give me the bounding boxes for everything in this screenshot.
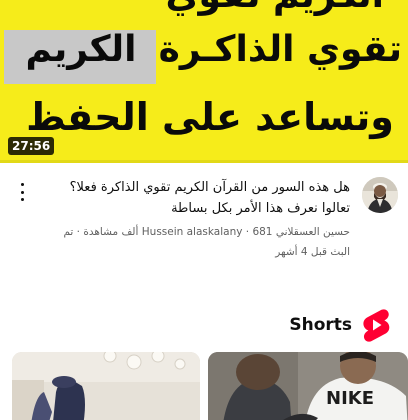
shorts-label: Shorts xyxy=(289,315,352,335)
thumbnail-text-mid: تقوي الذاكـرة xyxy=(158,29,402,70)
thumbnail-text-mid-gray: الكريم xyxy=(25,29,137,70)
short-video-card[interactable] xyxy=(12,352,200,420)
video-meta: هل هذه السور من القرآن الكريم تقوي الذاك… xyxy=(0,163,408,293)
video-subtitle: حسين العسقلاني Hussein alaskalany · 681 … xyxy=(63,226,350,258)
avatar-image xyxy=(362,177,398,213)
thumbnail-text-top: الكريم تقوي xyxy=(166,0,384,14)
shorts-header: Shorts xyxy=(289,308,390,342)
more-options-icon[interactable] xyxy=(12,179,32,205)
thumbnail-text-bottom: وتساعد على الحفظ xyxy=(26,95,394,139)
short-thumbnail-image: NIKE xyxy=(208,352,408,420)
short-thumbnail-image xyxy=(12,352,200,420)
video-thumbnail[interactable]: الكريم تقوي الكريم تقوي الذاكـرة وتساعد … xyxy=(0,0,408,163)
video-title[interactable]: هل هذه السور من القرآن الكريم تقوي الذاك… xyxy=(50,177,350,219)
channel-avatar[interactable] xyxy=(362,177,398,213)
short-video-card[interactable]: NIKE xyxy=(208,352,408,420)
duration-badge: 27:56 xyxy=(8,137,55,155)
shirt-logo: NIKE xyxy=(326,388,374,409)
shorts-logo-icon xyxy=(363,309,390,342)
